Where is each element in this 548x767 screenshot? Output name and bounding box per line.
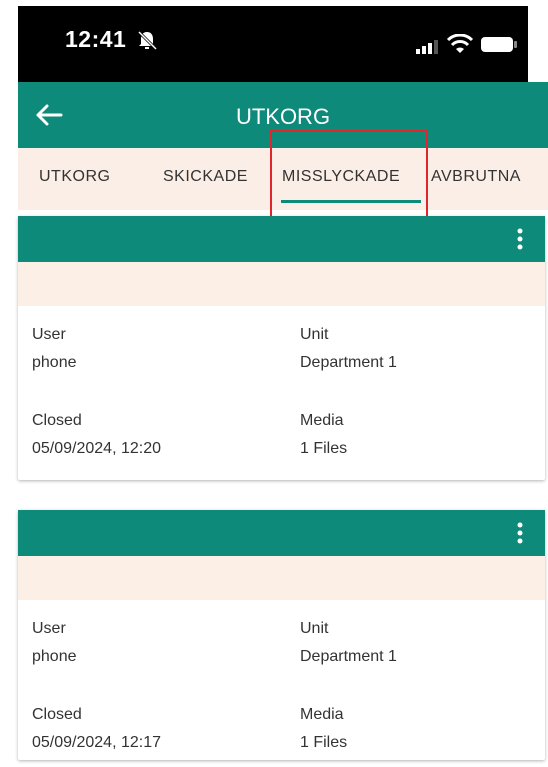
highlight-annotation [270, 130, 428, 222]
card-header [18, 216, 545, 262]
page-title: UTKORG [235, 104, 331, 129]
list-item[interactable]: User phone Unit Department 1 Closed 05/0… [18, 510, 545, 760]
closed-label: Closed [32, 706, 82, 723]
card-band [18, 556, 545, 600]
card-header [18, 510, 545, 556]
wifi-icon [446, 34, 474, 53]
media-label: Media [300, 412, 344, 429]
list-item[interactable]: User phone Unit Department 1 Closed 05/0… [18, 216, 545, 480]
unit-value: Department 1 [300, 354, 397, 371]
tab-skickade[interactable]: SKICKADE [163, 168, 248, 186]
bell-muted-icon [137, 30, 158, 51]
status-bar: 12:41 [18, 6, 528, 82]
media-label: Media [300, 706, 344, 723]
unit-value: Department 1 [300, 648, 397, 665]
tab-avbrutna[interactable]: AVBRUTNA [431, 168, 521, 186]
user-value: phone [32, 354, 77, 371]
media-value: 1 Files [300, 440, 348, 457]
unit-label: Unit [300, 326, 329, 343]
tab-utkorg[interactable]: UTKORG [39, 168, 110, 186]
card-band [18, 262, 545, 306]
user-value: phone [32, 648, 77, 665]
unit-label: Unit [300, 620, 329, 637]
more-vertical-icon[interactable] [517, 228, 523, 250]
closed-value: 05/09/2024, 12:17 [32, 734, 162, 751]
more-vertical-icon[interactable] [517, 522, 523, 544]
closed-label: Closed [32, 412, 82, 429]
status-time: 12:41 [65, 26, 127, 52]
user-label: User [32, 326, 66, 343]
user-label: User [32, 620, 66, 637]
closed-value: 05/09/2024, 12:20 [32, 440, 162, 457]
cellular-signal-icon [416, 40, 438, 54]
battery-icon [481, 37, 517, 52]
media-value: 1 Files [300, 734, 348, 751]
